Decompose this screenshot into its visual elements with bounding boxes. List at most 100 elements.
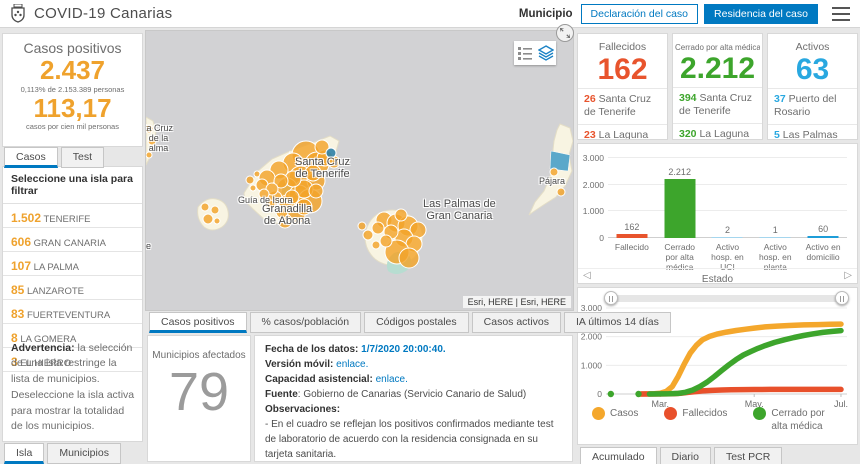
line-chart-legend: Casos Fallecidos Cerrado por alta médica [592, 408, 852, 433]
island-row[interactable]: 1.502 TENERIFE [3, 204, 142, 228]
axis-scroll-left-icon[interactable]: ◁ [583, 270, 591, 281]
map-cluster-bubble[interactable] [305, 165, 321, 181]
map-cluster-bubble[interactable] [372, 222, 384, 234]
chart-tab-acumulado[interactable]: Acumulado [580, 447, 657, 464]
declaracion-del-caso-button[interactable]: Declaración del caso [581, 4, 698, 24]
map-cluster-bubble[interactable] [146, 125, 153, 133]
chart-tab-test-pcr[interactable]: Test PCR [714, 447, 782, 464]
map-canvas[interactable]: ta Cruz de la almaGuía de IsoraGranadill… [145, 30, 574, 311]
series-point-cerrado-por-alta-m-dica[interactable] [635, 391, 641, 397]
map-cluster-bubble[interactable] [259, 189, 269, 199]
island-row[interactable]: 107 LA PALMA [3, 252, 142, 276]
stat-row[interactable]: 37 Puerto del Rosario [768, 88, 857, 124]
map-cluster-bubble[interactable] [203, 214, 213, 224]
map-cluster-bubble[interactable] [201, 203, 209, 211]
bar-category-label: Activo en domicilio [799, 242, 847, 270]
map-tab--casos-poblaci-n[interactable]: % casos/población [250, 312, 362, 333]
stat-row[interactable]: 23 La Laguna [578, 124, 667, 140]
island-row[interactable]: 83 FUERTEVENTURA [3, 300, 142, 324]
slider-handle-left[interactable] [604, 291, 618, 305]
tab-isla[interactable]: Isla [4, 443, 44, 464]
bar-activo-hosp-en-planta[interactable] [760, 237, 791, 239]
casos-positivos-total: 2.437 [3, 56, 142, 85]
tab-casos[interactable]: Casos [4, 147, 58, 168]
municipios-afectados-value: 79 [148, 361, 250, 423]
map-tab-casos-activos[interactable]: Casos activos [472, 312, 561, 333]
bar-fallecido[interactable] [616, 234, 647, 238]
map-cluster-bubble[interactable] [285, 190, 299, 204]
acumulado-line-chart-panel: 3.0002.0001.0000Mar.May.Jul. CasosFallec… [577, 287, 858, 445]
stat-row-name: Las Palmas de Gran Canaria [774, 129, 838, 140]
map-cluster-bubble[interactable] [246, 176, 254, 184]
map-cluster-bubble[interactable] [214, 218, 220, 224]
bar-chart-category-labels: FallecidoCerrado por alta médicaActivo h… [608, 242, 847, 270]
case-bubble-layer [146, 125, 565, 268]
page-title: COVID-19 Canarias [34, 5, 172, 22]
bar-category-label: Fallecido [608, 242, 656, 270]
series-line-cerrado-por-alta-m-dica[interactable] [649, 331, 841, 394]
version-movil-link[interactable]: enlace. [336, 359, 368, 370]
map-cluster-bubble[interactable] [550, 168, 558, 176]
island-row[interactable]: 85 LANZAROTE [3, 276, 142, 300]
map-cluster-bubble[interactable] [211, 206, 219, 214]
casos-rate-label: casos por cien mil personas [3, 122, 142, 131]
legend-item-fallecidos[interactable]: Fallecidos [664, 408, 727, 433]
map-cluster-bubble[interactable] [399, 248, 419, 268]
slider-handle-right[interactable] [835, 291, 849, 305]
legend-item-casos[interactable]: Casos [592, 408, 638, 433]
map-tab-casos-positivos[interactable]: Casos positivos [149, 312, 247, 333]
tab-test[interactable]: Test [61, 147, 104, 168]
line-ytick-label: 2.000 [581, 332, 603, 342]
map-cluster-bubble[interactable] [363, 230, 373, 240]
map-tab-c-digos-postales[interactable]: Códigos postales [364, 312, 469, 333]
legend-label: Casos [610, 408, 638, 433]
bar-cerrado-por-alta-m-dica[interactable] [664, 179, 695, 238]
legend-icon[interactable] [517, 45, 533, 61]
tab-municipios[interactable]: Municipios [47, 443, 121, 464]
legend-label: Cerrado por alta médica [771, 408, 843, 433]
menu-icon[interactable] [832, 7, 850, 21]
axis-scroll-right-icon[interactable]: ▷ [844, 270, 852, 281]
map-cluster-bubble[interactable] [358, 222, 366, 230]
map-tab-ia-ltimos-14-d-as[interactable]: IA últimos 14 días [564, 312, 671, 333]
fecha-value: 1/7/2020 20:00:40. [361, 344, 446, 355]
map-cluster-bubble[interactable] [557, 188, 565, 196]
expand-icon[interactable] [556, 24, 574, 42]
map-cluster-bubble[interactable] [146, 152, 152, 158]
chart-tab-diario[interactable]: Diario [660, 447, 711, 464]
stat-row-value: 26 [584, 93, 596, 105]
legend-item-cerrado-por-alta-m-dica[interactable]: Cerrado por alta médica [753, 408, 843, 433]
map-cluster-bubble[interactable] [148, 137, 156, 145]
chart-mode-tabs: AcumuladoDiarioTest PCR [580, 447, 782, 464]
map-cluster-bubble[interactable] [395, 209, 407, 221]
map-cluster-bubble[interactable] [309, 184, 323, 198]
stat-row[interactable]: 394 Santa Cruz de Tenerife [673, 87, 762, 123]
bar-activo-en-domicilio[interactable] [808, 236, 839, 238]
capacidad-link[interactable]: enlace. [376, 374, 408, 385]
island-la-gomera[interactable] [198, 199, 229, 230]
residencia-del-caso-button[interactable]: Residencia del caso [704, 4, 818, 24]
island-row[interactable]: 606 GRAN CANARIA [3, 228, 142, 252]
data-info-card: Fecha de los datos: 1/7/2020 20:00:40. V… [254, 335, 573, 462]
layers-icon[interactable] [538, 45, 554, 61]
map-cluster-bubble[interactable] [250, 185, 256, 191]
island-filter-header: Seleccione una isla para filtrar [3, 167, 142, 204]
stat-row-value: 320 [679, 128, 697, 140]
bar-ytick-label: 0 [580, 233, 604, 243]
time-range-slider[interactable] [606, 295, 847, 302]
map-cluster-bubble[interactable] [265, 200, 275, 210]
map-cluster-bubble[interactable] [296, 199, 312, 215]
stat-row[interactable]: 320 La Laguna [673, 123, 762, 140]
stat-row-name: La Laguna [697, 128, 750, 140]
municipios-afectados-card: Municipios afectados 79 [147, 335, 251, 462]
map-cluster-bubble[interactable] [372, 241, 380, 249]
stat-card-rows: 394 Santa Cruz de Tenerife320 La Laguna2… [673, 87, 762, 141]
stat-row[interactable]: 26 Santa Cruz de Tenerife [578, 88, 667, 124]
legend-dot-icon [592, 407, 605, 420]
bar-activo-hosp-en-uci[interactable] [712, 237, 743, 239]
series-point-cerrado-por-alta-m-dica[interactable] [608, 391, 614, 397]
map-cluster-bubble[interactable] [380, 235, 392, 247]
stat-row[interactable]: 5 Las Palmas de Gran Canaria [768, 124, 857, 140]
map-cluster-bubble-blue[interactable] [326, 148, 336, 158]
map-cluster-bubble[interactable] [276, 206, 288, 218]
